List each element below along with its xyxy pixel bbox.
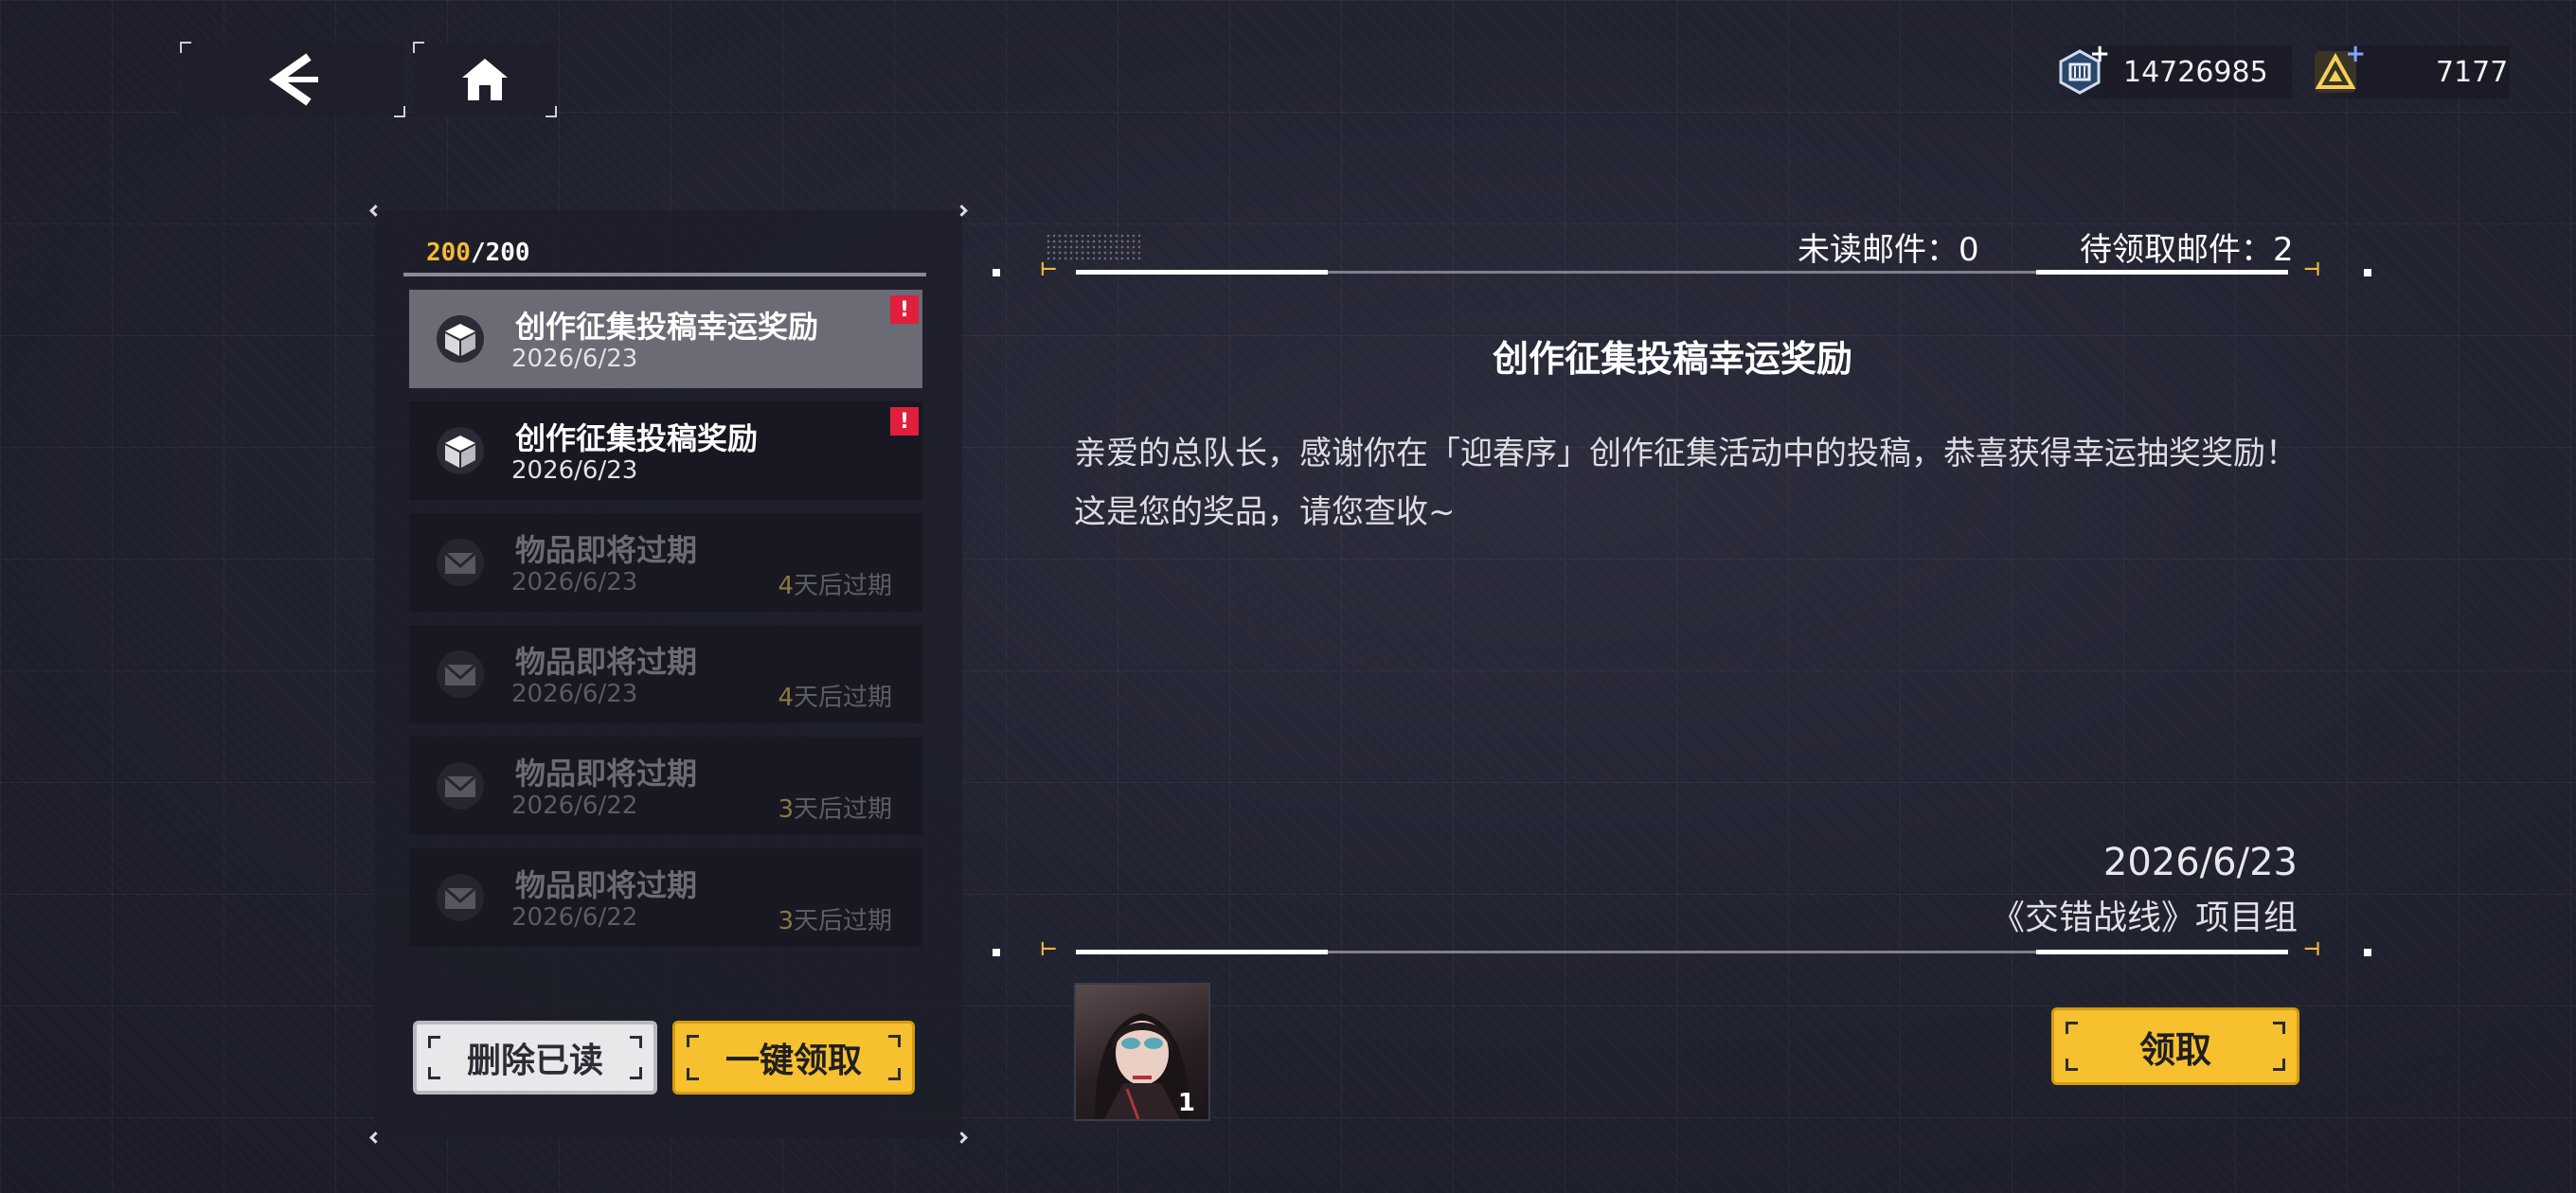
mail-item[interactable]: 创作征集投稿奖励 2026/6/23 ! — [409, 401, 922, 500]
mail-count-max: 200 — [485, 239, 530, 267]
pending-mail-count: 待领取邮件：2 — [2080, 231, 2294, 269]
mail-title: 物品即将过期 — [515, 532, 698, 568]
expire-days: 3 — [778, 795, 794, 824]
credits-chip-icon: + — [2055, 42, 2110, 97]
frame-dot — [2364, 949, 2371, 956]
envelope-icon — [436, 650, 485, 699]
divider — [403, 273, 926, 276]
back-arrow-icon — [269, 53, 318, 106]
frame-line-bottom — [1076, 950, 2288, 954]
mail-detail-sender: 《交错战线》项目组 — [1990, 899, 2298, 937]
frame-dot — [2364, 269, 2371, 276]
mail-item[interactable]: 物品即将过期 2026/6/22 3天后过期 — [409, 737, 922, 835]
reward-item-character-portrait[interactable]: 1 — [1074, 983, 1210, 1121]
claim-all-button[interactable]: 一键领取 — [672, 1021, 915, 1095]
mail-item[interactable]: 物品即将过期 2026/6/22 3天后过期 — [409, 848, 922, 947]
mail-date: 2026/6/23 — [511, 456, 638, 485]
mail-list-panel: 200/200 创作征集投稿幸运奖励 2026/6/23 ! 创作征集投稿奖励 … — [369, 205, 968, 1144]
expire-notice: 4天后过期 — [778, 678, 892, 713]
envelope-icon — [436, 761, 485, 810]
mail-title: 创作征集投稿奖励 — [515, 420, 759, 456]
expire-suffix: 天后过期 — [793, 572, 892, 600]
expire-suffix: 天后过期 — [793, 907, 892, 935]
mail-item[interactable]: 物品即将过期 2026/6/23 4天后过期 — [409, 513, 922, 612]
panel-corner — [369, 1131, 382, 1144]
claim-button[interactable]: 领取 — [2051, 1007, 2299, 1085]
frame-dot — [993, 269, 1000, 276]
mail-date: 2026/6/23 — [511, 345, 638, 373]
mail-item-selected[interactable]: 创作征集投稿幸运奖励 2026/6/23 ! — [409, 290, 922, 388]
home-button[interactable] — [413, 42, 557, 117]
mail-date: 2026/6/23 — [511, 568, 638, 596]
claim-label: 领取 — [2138, 1028, 2211, 1071]
frame-arrow-icon: ⊢ — [1040, 937, 1058, 960]
home-icon — [462, 59, 508, 100]
expire-suffix: 天后过期 — [793, 795, 892, 824]
frame-line-top — [1076, 270, 2288, 275]
mail-detail-title: 创作征集投稿幸运奖励 — [1492, 338, 1852, 380]
claim-all-label: 一键领取 — [724, 1042, 862, 1080]
expire-notice: 4天后过期 — [778, 566, 892, 601]
package-box-icon — [436, 426, 485, 475]
mail-count-current: 200 — [426, 239, 471, 267]
expire-days: 4 — [778, 684, 794, 712]
triangle-crystal-icon: + — [2311, 42, 2366, 97]
package-box-icon — [436, 314, 485, 364]
currency-crystal[interactable]: + 7177 — [2311, 42, 2510, 98]
currency-credits[interactable]: + 14726985 — [2055, 42, 2292, 98]
unread-badge: ! — [890, 407, 919, 436]
crystal-value: 7177 — [2436, 55, 2509, 89]
mail-detail-body: 亲爱的总队长，感谢你在「迎春序」创作征集活动中的投稿，恭喜获得幸运抽奖奖励！这是… — [1074, 435, 2298, 531]
credits-value: 14726985 — [2123, 55, 2268, 89]
expire-suffix: 天后过期 — [793, 684, 892, 712]
panel-corner — [956, 1131, 968, 1144]
dot-pattern-decoration — [1046, 233, 1140, 261]
mail-title: 物品即将过期 — [515, 644, 698, 680]
back-button[interactable] — [180, 42, 405, 117]
expire-days: 3 — [778, 907, 794, 935]
delete-read-button[interactable]: 删除已读 — [413, 1021, 657, 1095]
mail-date: 2026/6/23 — [511, 680, 638, 708]
reward-count: 1 — [1177, 1089, 1195, 1117]
mail-item[interactable]: 物品即将过期 2026/6/23 4天后过期 — [409, 625, 922, 723]
mail-title: 物品即将过期 — [515, 756, 698, 792]
expire-days: 4 — [778, 572, 794, 600]
expire-notice: 3天后过期 — [778, 901, 892, 936]
frame-arrow-icon: ⊣ — [2303, 937, 2321, 960]
mail-capacity: 200/200 — [426, 239, 530, 267]
frame-arrow-icon: ⊢ — [1040, 258, 1058, 280]
mail-date: 2026/6/22 — [511, 792, 638, 820]
mail-title: 创作征集投稿幸运奖励 — [515, 309, 819, 345]
unread-badge: ! — [890, 295, 919, 324]
panel-corner — [956, 205, 968, 217]
frame-dot — [993, 949, 1000, 956]
panel-corner — [369, 205, 382, 217]
envelope-icon — [436, 538, 485, 587]
mail-count-separator: / — [470, 239, 486, 267]
frame-arrow-icon: ⊣ — [2303, 258, 2321, 280]
delete-read-label: 删除已读 — [466, 1042, 603, 1080]
mail-list: 创作征集投稿幸运奖励 2026/6/23 ! 创作征集投稿奖励 2026/6/2… — [409, 290, 922, 960]
unread-mail-count: 未读邮件：0 — [1798, 231, 1979, 269]
envelope-icon — [436, 873, 485, 922]
mail-title: 物品即将过期 — [515, 867, 698, 903]
expire-notice: 3天后过期 — [778, 790, 892, 825]
mail-detail-date: 2026/6/23 — [2102, 841, 2298, 884]
mail-date: 2026/6/22 — [511, 903, 638, 932]
